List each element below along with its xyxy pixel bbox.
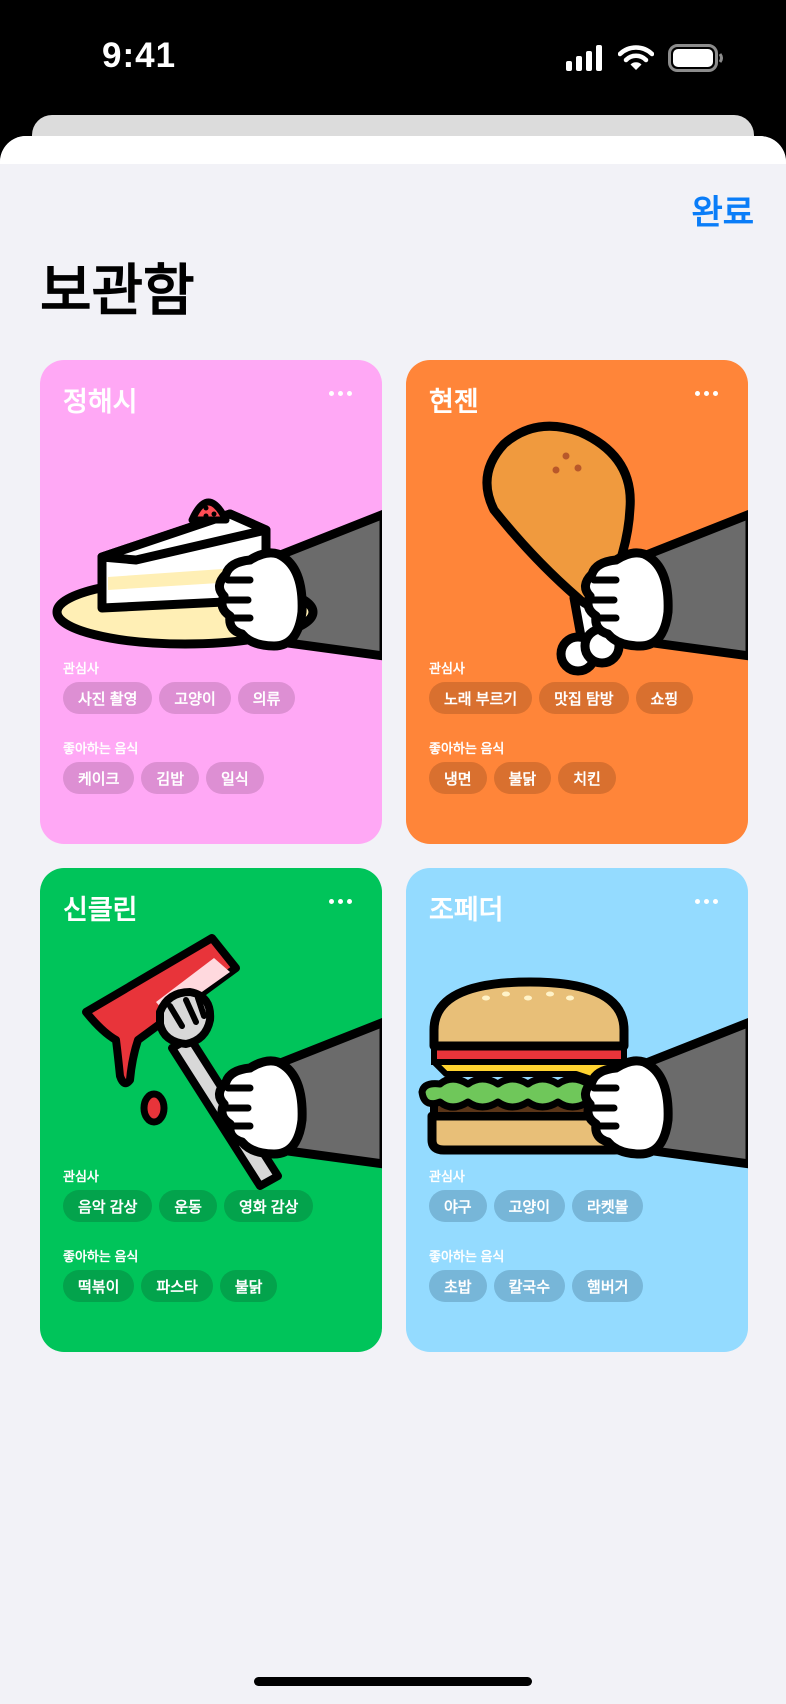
interest-tags: 사진 촬영 고양이 의류 (63, 682, 296, 714)
battery-icon (668, 44, 723, 72)
tag-chip[interactable]: 노래 부르기 (429, 682, 533, 714)
sheet-top-strip (0, 136, 786, 164)
food-tags: 케이크 김밥 일식 (63, 762, 264, 794)
tag-chip[interactable]: 불닭 (493, 762, 552, 794)
status-bar: 9:41 (0, 0, 786, 118)
more-icon[interactable] (318, 886, 362, 916)
page-title: 보관함 (40, 259, 195, 322)
foods-label: 좋아하는 음식 (63, 741, 139, 756)
profile-card[interactable]: 신클린 관심사 음악 감상 운동 영화 감상 좋아하는 음식 떡볶이 파스타 불닭 (40, 868, 382, 1352)
tag-chip[interactable]: 초밥 (429, 1270, 487, 1302)
tag-chip[interactable]: 라켓볼 (572, 1190, 644, 1222)
profile-card[interactable]: 조페더 관심사 야구 고양이 라켓볼 좋아하는 음식 초밥 칼국수 햄버거 (406, 868, 748, 1352)
tag-chip[interactable]: 야구 (429, 1190, 487, 1222)
interests-label: 관심사 (63, 661, 99, 676)
tag-chip[interactable]: 햄버거 (572, 1270, 644, 1302)
tag-chip[interactable]: 불닭 (219, 1270, 278, 1302)
food-tags: 초밥 칼국수 햄버거 (429, 1270, 644, 1302)
wifi-icon (618, 45, 654, 70)
status-icons (566, 44, 724, 72)
tag-chip[interactable]: 맛집 탐방 (539, 682, 629, 714)
tag-chip[interactable]: 사진 촬영 (63, 682, 153, 714)
foods-label: 좋아하는 음식 (63, 1249, 139, 1264)
more-icon[interactable] (684, 378, 728, 408)
tag-chip[interactable]: 일식 (206, 762, 264, 794)
done-button[interactable]: 완료 (691, 185, 754, 234)
food-tags: 냉면 불닭 치킨 (429, 762, 616, 794)
profile-card[interactable]: 현젠 관심사 노래 부르기 맛집 탐방 쇼핑 좋아하는 음식 냉면 불닭 치킨 (406, 360, 748, 844)
library-sheet: 완료 보관함 정해시 관심사 사진 촬영 고양이 의류 좋아하는 음식 케이크 김밥 일… (0, 136, 786, 1704)
tag-chip[interactable]: 케이크 (63, 762, 135, 794)
interests-label: 관심사 (429, 661, 465, 676)
more-icon[interactable] (684, 886, 728, 916)
home-indicator (254, 1677, 532, 1686)
cellular-signal-icon (566, 45, 602, 71)
foods-label: 좋아하는 음식 (429, 1249, 505, 1264)
foods-label: 좋아하는 음식 (429, 741, 505, 756)
tag-chip[interactable]: 치킨 (558, 762, 616, 794)
tag-chip[interactable]: 칼국수 (493, 1270, 566, 1302)
tag-chip[interactable]: 운동 (159, 1190, 217, 1222)
card-name: 정해시 (63, 387, 138, 417)
card-name: 신클린 (63, 895, 138, 925)
status-time: 9:41 (102, 36, 177, 75)
interest-tags: 음악 감상 운동 영화 감상 (63, 1190, 314, 1222)
food-tags: 떡볶이 파스타 불닭 (63, 1270, 278, 1302)
tag-chip[interactable]: 냉면 (429, 762, 487, 794)
tag-chip[interactable]: 고양이 (493, 1190, 566, 1222)
tag-chip[interactable]: 영화 감상 (223, 1190, 314, 1222)
more-icon[interactable] (318, 378, 362, 408)
interest-tags: 야구 고양이 라켓볼 (429, 1190, 644, 1222)
card-name: 현젠 (429, 387, 479, 417)
tag-chip[interactable]: 파스타 (141, 1270, 213, 1302)
interests-label: 관심사 (429, 1169, 465, 1184)
interests-label: 관심사 (63, 1169, 99, 1184)
tag-chip[interactable]: 쇼핑 (635, 682, 694, 714)
tag-chip[interactable]: 김밥 (141, 762, 200, 794)
card-name: 조페더 (429, 895, 504, 925)
tag-chip[interactable]: 고양이 (159, 682, 231, 714)
interest-tags: 노래 부르기 맛집 탐방 쇼핑 (429, 682, 694, 714)
profile-card[interactable]: 정해시 관심사 사진 촬영 고양이 의류 좋아하는 음식 케이크 김밥 일식 (40, 360, 382, 844)
tag-chip[interactable]: 음악 감상 (63, 1190, 153, 1222)
tag-chip[interactable]: 의류 (237, 682, 296, 714)
tag-chip[interactable]: 떡볶이 (63, 1270, 135, 1302)
